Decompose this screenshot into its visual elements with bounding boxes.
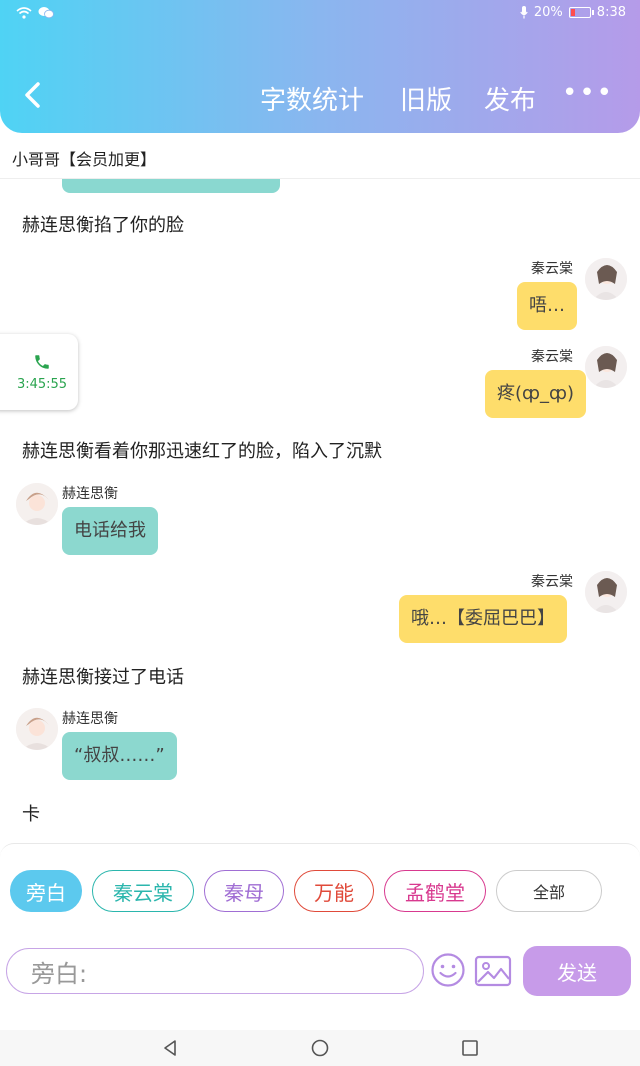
nav-recents-icon[interactable] bbox=[460, 1038, 480, 1058]
wifi-icon bbox=[16, 6, 32, 19]
message-bubble-right[interactable]: 疼(ȹ_ȹ) bbox=[485, 370, 586, 418]
system-nav-bar bbox=[0, 1030, 640, 1066]
avatar-helian-siheng[interactable] bbox=[16, 708, 58, 750]
message-bubble-right[interactable]: 哦…【委屈巴巴】 bbox=[399, 595, 567, 643]
old-version-button[interactable]: 旧版 bbox=[400, 80, 452, 117]
more-menu-icon[interactable]: ••• bbox=[562, 78, 614, 108]
partial-message-bubble bbox=[62, 179, 280, 193]
avatar-qin-yuntang[interactable] bbox=[585, 346, 627, 388]
composer-panel: 旁白 秦云棠 秦母 万能 孟鹤堂 全部 旁白: 发送 bbox=[0, 843, 640, 1003]
role-chip-meng-hetang[interactable]: 孟鹤堂 bbox=[384, 870, 486, 912]
image-icon[interactable] bbox=[474, 954, 512, 988]
status-left bbox=[16, 6, 54, 19]
mic-icon bbox=[520, 6, 528, 19]
story-title: 小哥哥【会员加更】 bbox=[12, 150, 157, 169]
avatar-qin-yuntang[interactable] bbox=[585, 571, 627, 613]
speaker-name: 秦云棠 bbox=[531, 349, 573, 365]
narration-line[interactable]: 卡 bbox=[22, 800, 40, 826]
editor-screen: 20% 8:38 字数统计 旧版 发布 ••• 小哥哥【会员加更】 赫连思衡掐了… bbox=[0, 0, 640, 1066]
input-row: 旁白: 发送 bbox=[6, 946, 634, 996]
role-chip-narration[interactable]: 旁白 bbox=[10, 870, 82, 912]
emoji-icon[interactable] bbox=[430, 952, 466, 988]
send-button[interactable]: 发送 bbox=[523, 946, 631, 996]
role-chip-all[interactable]: 全部 bbox=[496, 870, 602, 912]
call-timer-widget[interactable]: 3:45:55 bbox=[0, 334, 78, 410]
battery-percent: 20% bbox=[533, 5, 563, 20]
clock: 8:38 bbox=[596, 5, 626, 20]
wechat-icon bbox=[38, 7, 54, 19]
nav-back-icon[interactable] bbox=[160, 1038, 180, 1058]
avatar-qin-yuntang[interactable] bbox=[585, 258, 627, 300]
status-right: 20% 8:38 bbox=[520, 5, 626, 20]
message-bubble-right[interactable]: 唔… bbox=[517, 282, 577, 330]
speaker-name: 秦云棠 bbox=[531, 261, 573, 277]
speaker-name: 赫连思衡 bbox=[62, 711, 118, 727]
narration-line[interactable]: 赫连思衡掐了你的脸 bbox=[22, 211, 184, 237]
message-input[interactable]: 旁白: bbox=[6, 948, 424, 994]
role-chip-wanneng[interactable]: 万能 bbox=[294, 870, 374, 912]
avatar-helian-siheng[interactable] bbox=[16, 483, 58, 525]
header-bar: 20% 8:38 字数统计 旧版 发布 ••• bbox=[0, 0, 640, 133]
role-chip-qin-mu[interactable]: 秦母 bbox=[204, 870, 284, 912]
phone-icon bbox=[35, 354, 49, 369]
publish-button[interactable]: 发布 bbox=[484, 80, 536, 117]
battery-icon bbox=[568, 7, 594, 18]
word-count-button[interactable]: 字数统计 bbox=[260, 80, 364, 117]
role-chip-list: 旁白 秦云棠 秦母 万能 孟鹤堂 全部 bbox=[10, 870, 602, 912]
narration-line[interactable]: 赫连思衡接过了电话 bbox=[22, 663, 184, 689]
message-bubble-left[interactable]: 电话给我 bbox=[62, 507, 158, 555]
back-button[interactable] bbox=[18, 78, 48, 112]
chat-area[interactable]: 赫连思衡掐了你的脸 秦云棠 唔… 秦云棠 疼(ȹ_ȹ) 赫连思衡看着你那迅速红了… bbox=[0, 179, 640, 839]
role-chip-qin-yuntang[interactable]: 秦云棠 bbox=[92, 870, 194, 912]
speaker-name: 秦云棠 bbox=[531, 574, 573, 590]
call-timer-text: 3:45:55 bbox=[16, 376, 68, 392]
nav-home-icon[interactable] bbox=[310, 1038, 330, 1058]
speaker-name: 赫连思衡 bbox=[62, 486, 118, 502]
narration-line[interactable]: 赫连思衡看着你那迅速红了的脸，陷入了沉默 bbox=[22, 437, 382, 463]
message-bubble-left[interactable]: “叔叔……” bbox=[62, 732, 177, 780]
